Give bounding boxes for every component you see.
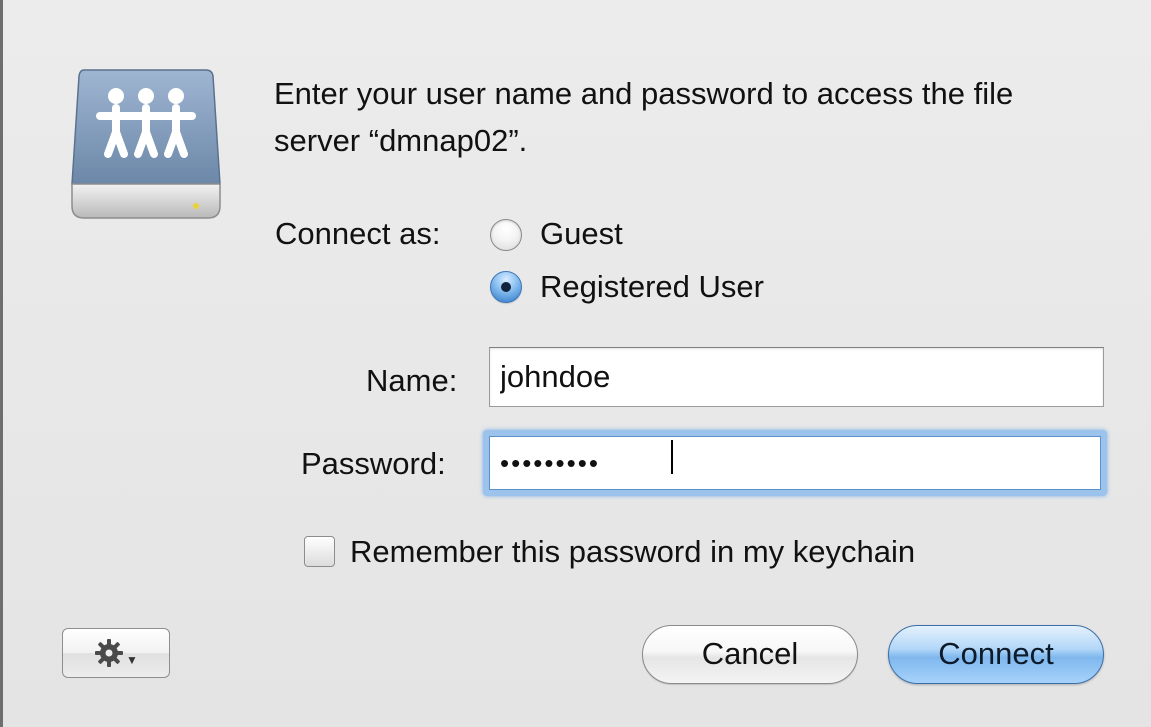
text-caret — [671, 440, 673, 474]
dialog-message: Enter your user name and password to acc… — [274, 76, 1014, 158]
connect-button[interactable]: Connect — [888, 625, 1104, 684]
password-field[interactable] — [489, 436, 1101, 490]
guest-radio-label[interactable]: Guest — [540, 216, 623, 252]
window-edge — [0, 0, 3, 727]
remember-password-label[interactable]: Remember this password in my keychain — [350, 534, 915, 570]
guest-radio[interactable] — [490, 219, 522, 251]
action-menu-button[interactable]: ▼ — [62, 628, 170, 678]
password-label: Password: — [301, 446, 446, 481]
name-label: Name: — [366, 363, 458, 398]
name-field[interactable] — [489, 347, 1104, 407]
registered-user-radio-label[interactable]: Registered User — [540, 269, 764, 305]
gear-icon — [95, 639, 124, 667]
radio-selected-dot — [501, 282, 511, 292]
shared-server-icon — [71, 69, 221, 219]
password-focus-ring — [483, 430, 1107, 496]
connect-to-server-dialog: Enter your user name and password to acc… — [0, 0, 1151, 727]
connect-as-label: Connect as: — [275, 216, 441, 251]
registered-user-radio[interactable] — [490, 271, 522, 303]
cancel-button[interactable]: Cancel — [642, 625, 858, 684]
remember-password-checkbox[interactable] — [304, 536, 335, 567]
chevron-down-icon: ▼ — [126, 653, 138, 667]
